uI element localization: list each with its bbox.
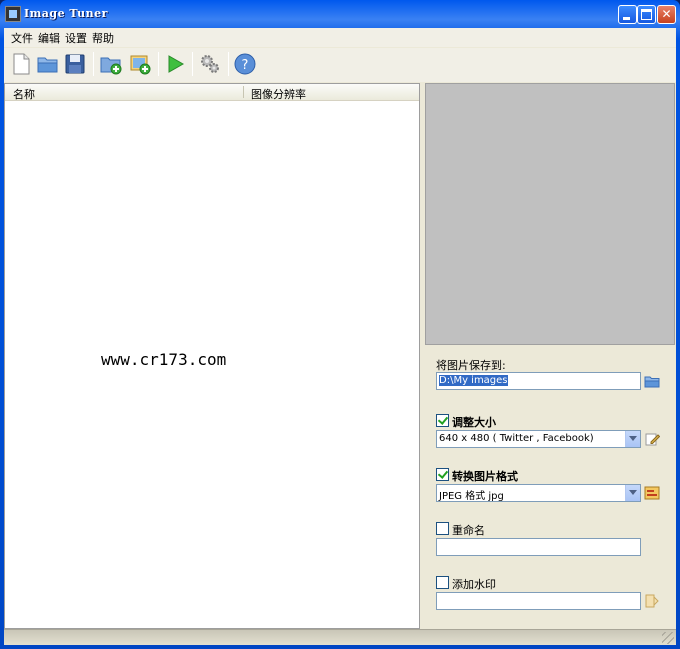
add-image-icon[interactable] [128,52,152,76]
format-settings-icon[interactable] [644,485,660,501]
options-panel: 将图片保存到: D:\My images 调整大小 640 x 480 ( Tw… [423,83,676,629]
rename-checkbox[interactable] [436,522,449,535]
menu-edit[interactable]: 编辑 [38,30,60,46]
list-header: 名称 图像分辨率 [5,84,419,101]
status-bar [4,629,676,645]
column-name[interactable]: 名称 [13,86,35,102]
title-bar[interactable]: Image Tuner ✕ [0,0,680,28]
toolbar-separator [192,52,193,76]
maximize-button[interactable] [637,5,656,24]
save-to-label: 将图片保存到: [436,359,506,372]
column-divider[interactable] [243,86,244,98]
menu-settings[interactable]: 设置 [65,30,87,46]
play-icon[interactable] [163,52,187,76]
gear-icon[interactable] [198,52,222,76]
column-resolution[interactable]: 图像分辨率 [251,86,306,102]
menu-bar: 文件 编辑 设置 帮助 [4,28,676,47]
help-icon[interactable]: ? [233,52,257,76]
toolbar-separator [228,52,229,76]
menu-file[interactable]: 文件 [11,30,33,46]
app-icon [5,6,21,22]
resize-grip[interactable] [662,632,674,644]
rename-input[interactable] [436,538,641,556]
watermark-text: www.cr173.com [101,350,227,369]
watermark-input[interactable] [436,592,641,610]
chevron-down-icon[interactable] [625,431,640,447]
close-button[interactable]: ✕ [657,5,676,24]
format-select[interactable]: JPEG 格式 jpg [436,484,641,502]
resize-select[interactable]: 640 x 480 ( Twitter , Facebook) [436,430,641,448]
browse-folder-icon[interactable] [644,373,660,389]
resize-label[interactable]: 调整大小 [452,414,496,430]
watermark-checkbox[interactable] [436,576,449,589]
resize-value: 640 x 480 ( Twitter , Facebook) [439,433,594,444]
open-folder-icon[interactable] [36,52,60,76]
app-window: Image Tuner ✕ 文件 编辑 设置 帮助 ? 名称 图像分辨率 www… [0,0,680,649]
edit-icon[interactable] [644,431,660,447]
watermark-settings-icon[interactable] [644,593,660,609]
image-list[interactable]: 名称 图像分辨率 www.cr173.com [4,83,420,629]
convert-format-checkbox[interactable] [436,468,449,481]
watermark-label[interactable]: 添加水印 [452,576,496,592]
save-icon[interactable] [63,52,87,76]
window-title: Image Tuner [24,7,108,20]
format-value: JPEG 格式 jpg [439,491,504,502]
save-path-value: D:\My images [439,375,508,386]
image-preview [425,83,675,345]
save-path-input[interactable]: D:\My images [436,372,641,390]
resize-checkbox[interactable] [436,414,449,427]
toolbar: ? [4,48,676,82]
minimize-button[interactable] [618,5,637,24]
new-file-icon[interactable] [9,52,33,76]
menu-help[interactable]: 帮助 [92,30,114,46]
convert-format-label[interactable]: 转换图片格式 [452,468,518,484]
add-folder-icon[interactable] [99,52,123,76]
toolbar-separator [93,52,94,76]
svg-text:?: ? [242,58,249,73]
client-area: 文件 编辑 设置 帮助 ? 名称 图像分辨率 www.cr173.com 将图片… [4,28,676,645]
rename-label[interactable]: 重命名 [452,522,485,538]
toolbar-separator [158,52,159,76]
chevron-down-icon[interactable] [625,485,640,501]
